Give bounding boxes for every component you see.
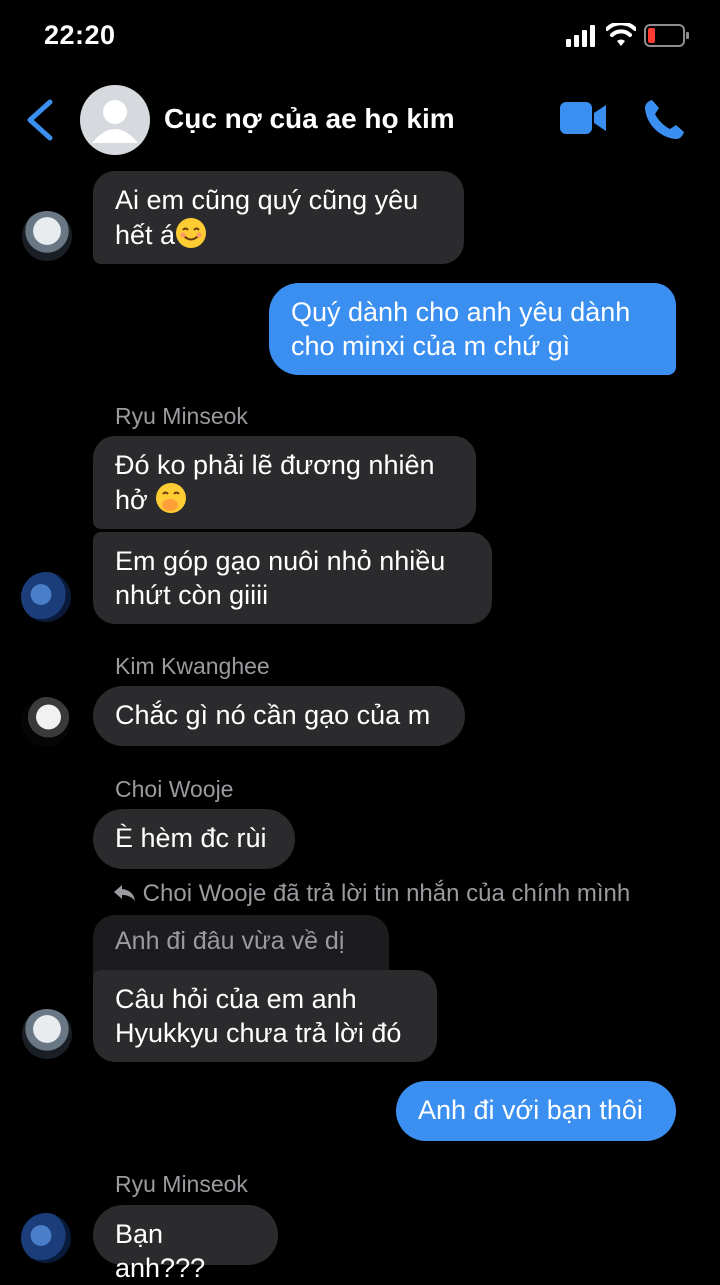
reply-note: Choi Wooje đã trả lời tin nhắn của chính…: [112, 880, 630, 908]
message-bubble-incoming[interactable]: Câu hỏi của em anh Hyukkyu chưa trả lời …: [93, 970, 437, 1062]
message-bubble-incoming[interactable]: Bạn anh???: [93, 1205, 278, 1283]
sender-avatar[interactable]: [21, 1213, 71, 1263]
sender-name: Ryu Minseok: [115, 1171, 248, 1197]
message-bubble-incoming[interactable]: Em góp gạo nuôi nhỏ nhiều nhứt còn giiii: [93, 532, 492, 624]
message-bubble-incoming[interactable]: Ai em cũng quý cũng yêu hết á: [93, 171, 464, 264]
quoted-text: Anh đi đâu vừa về dị: [115, 927, 345, 955]
sender-avatar[interactable]: [21, 572, 71, 622]
message-text: È hèm đc rùi: [115, 823, 267, 853]
sender-name: Kim Kwanghee: [115, 653, 270, 679]
message-text: Anh đi với bạn thôi: [418, 1095, 643, 1125]
message-text: Ai em cũng quý cũng yêu hết á: [115, 185, 419, 250]
reply-arrow-icon: [114, 885, 135, 901]
sender-avatar[interactable]: [21, 697, 71, 747]
sender-name: Ryu Minseok: [115, 403, 248, 429]
message-bubble-outgoing[interactable]: Anh đi với bạn thôi: [396, 1081, 676, 1141]
sender-name: Choi Wooje: [115, 776, 234, 802]
message-bubble-outgoing[interactable]: Quý dành cho anh yêu dành cho minxi của …: [269, 283, 676, 375]
reply-note-text: Choi Wooje đã trả lời tin nhắn của chính…: [142, 880, 631, 907]
hand-over-mouth-emoji: [156, 483, 187, 513]
message-text: Em góp gạo nuôi nhỏ nhiều nhứt còn giiii: [115, 546, 446, 610]
message-bubble-incoming[interactable]: Đó ko phải lẽ đương nhiên hở: [93, 436, 476, 529]
message-list[interactable]: Ai em cũng quý cũng yêu hết á Quý dành c…: [0, 0, 720, 1283]
message-text: Câu hỏi của em anh Hyukkyu chưa trả lời …: [115, 984, 402, 1048]
message-text: Bạn anh???: [115, 1219, 206, 1283]
message-bubble-incoming[interactable]: È hèm đc rùi: [93, 809, 295, 869]
message-bubble-incoming[interactable]: Chắc gì nó cần gạo của m: [93, 686, 465, 746]
smiling-face-emoji: [176, 218, 207, 248]
message-text: Quý dành cho anh yêu dành cho minxi của …: [291, 297, 631, 361]
sender-avatar[interactable]: [22, 1009, 72, 1059]
sender-avatar[interactable]: [22, 211, 72, 261]
message-text: Chắc gì nó cần gạo của m: [115, 700, 431, 730]
